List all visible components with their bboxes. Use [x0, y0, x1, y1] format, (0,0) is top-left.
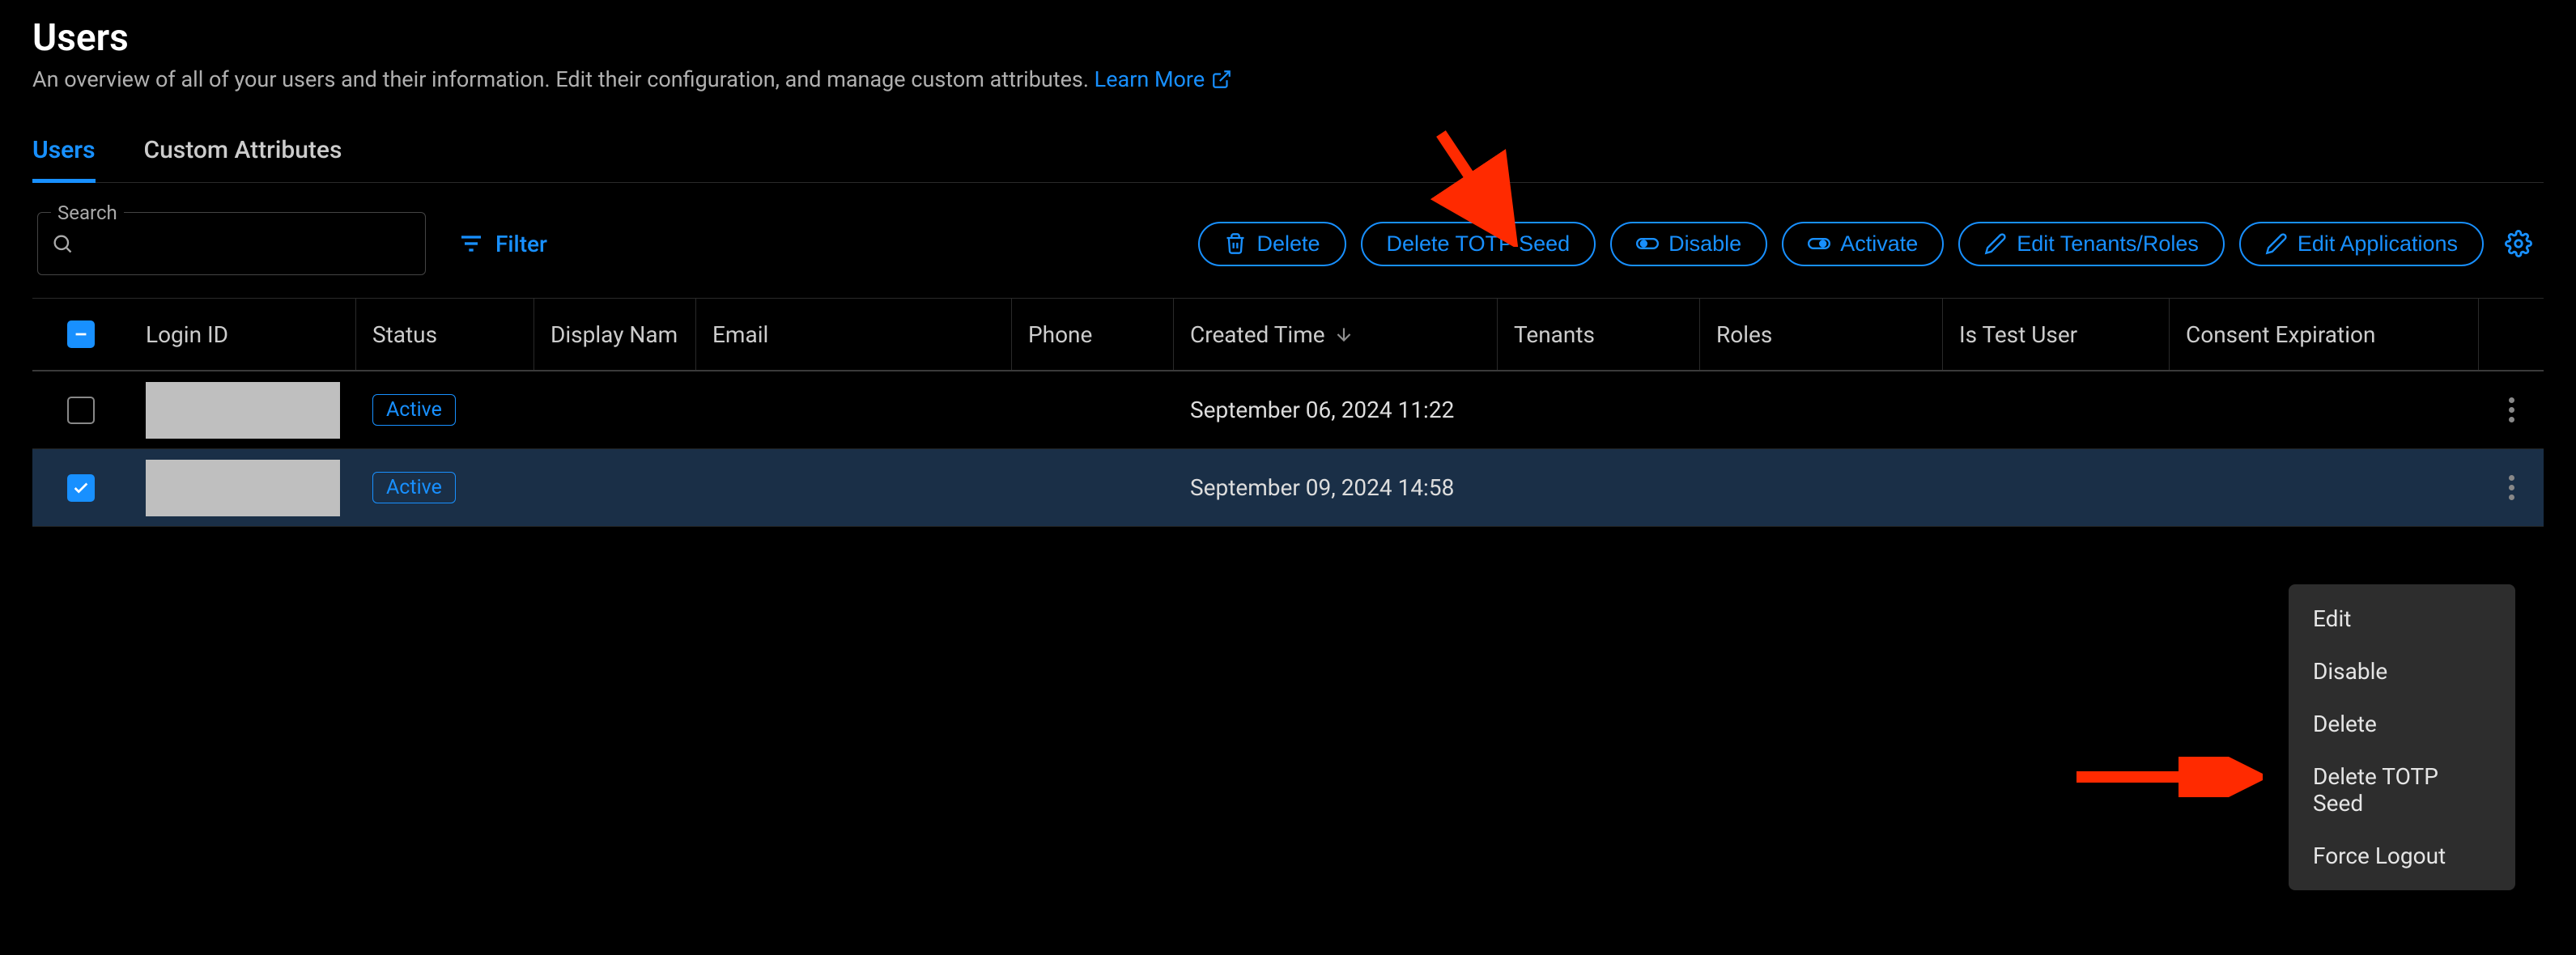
col-test[interactable]: Is Test User [1943, 299, 2170, 370]
menu-edit[interactable]: Edit [2289, 592, 2515, 645]
activate-label: Activate [1840, 231, 1918, 257]
gear-icon [2505, 230, 2532, 257]
col-created[interactable]: Created Time [1174, 299, 1498, 370]
sort-desc-icon [1333, 324, 1354, 345]
col-display[interactable]: Display Nam [534, 299, 696, 370]
select-all-checkbox[interactable] [67, 320, 95, 348]
delete-label: Delete [1256, 231, 1320, 257]
table-row[interactable]: Active September 06, 2024 11:22 [32, 371, 2544, 449]
search-label: Search [51, 202, 124, 224]
filter-button[interactable]: Filter [458, 231, 547, 257]
filter-icon [458, 231, 484, 257]
edit-tenants-button[interactable]: Edit Tenants/Roles [1958, 222, 2225, 266]
delete-totp-label: Delete TOTP Seed [1387, 231, 1571, 257]
row-checkbox[interactable] [67, 397, 95, 424]
table-header: Login ID Status Display Nam Email Phone … [32, 299, 2544, 371]
col-phone[interactable]: Phone [1012, 299, 1174, 370]
row-menu-button[interactable] [2501, 467, 2523, 508]
tabs: Users Custom Attributes [32, 121, 2544, 183]
col-status[interactable]: Status [356, 299, 534, 370]
table-settings-button[interactable] [2498, 223, 2539, 264]
menu-disable[interactable]: Disable [2289, 645, 2515, 698]
edit-tenants-label: Edit Tenants/Roles [2017, 231, 2199, 257]
row-menu-button[interactable] [2501, 389, 2523, 431]
external-link-icon [1211, 69, 1232, 90]
col-email[interactable]: Email [696, 299, 1012, 370]
activate-button[interactable]: Activate [1782, 222, 1944, 266]
status-badge: Active [372, 394, 456, 426]
delete-totp-button[interactable]: Delete TOTP Seed [1361, 222, 1596, 266]
annotation-arrow-right [2068, 757, 2263, 797]
redacted-login [146, 460, 340, 516]
page-title: Users [32, 16, 2544, 60]
pencil-icon [1984, 232, 2007, 255]
pencil-icon [2265, 232, 2288, 255]
delete-button[interactable]: Delete [1198, 222, 1345, 266]
tab-users[interactable]: Users [32, 121, 96, 183]
search-field-wrap: Search [37, 212, 426, 275]
edit-apps-label: Edit Applications [2298, 231, 2458, 257]
col-created-label: Created Time [1190, 321, 1325, 348]
created-time: September 09, 2024 14:58 [1174, 449, 1498, 526]
toggle-on-icon [1808, 232, 1830, 255]
edit-applications-button[interactable]: Edit Applications [2239, 222, 2484, 266]
row-checkbox[interactable] [67, 474, 95, 502]
table-row[interactable]: Active September 09, 2024 14:58 [32, 449, 2544, 527]
menu-delete[interactable]: Delete [2289, 698, 2515, 750]
page-subtitle: An overview of all of your users and the… [32, 66, 2544, 92]
subtitle-text: An overview of all of your users and the… [32, 66, 1089, 92]
status-badge: Active [372, 472, 456, 503]
disable-label: Disable [1668, 231, 1741, 257]
search-input[interactable] [83, 231, 412, 257]
users-table: Login ID Status Display Nam Email Phone … [32, 298, 2544, 527]
search-icon [51, 232, 74, 255]
row-context-menu: Edit Disable Delete Delete TOTP Seed For… [2289, 584, 2515, 890]
trash-icon [1224, 232, 1247, 255]
col-roles[interactable]: Roles [1700, 299, 1943, 370]
tab-custom-attributes[interactable]: Custom Attributes [144, 121, 342, 183]
redacted-login [146, 382, 340, 439]
disable-button[interactable]: Disable [1610, 222, 1767, 266]
created-time: September 06, 2024 11:22 [1174, 371, 1498, 448]
filter-label: Filter [495, 231, 547, 257]
learn-more-link[interactable]: Learn More [1095, 66, 1233, 92]
menu-delete-totp[interactable]: Delete TOTP Seed [2289, 750, 2515, 830]
toolbar: Search Filter Delete Delete TOTP Seed [32, 212, 2544, 275]
learn-more-label: Learn More [1095, 66, 1205, 92]
col-login[interactable]: Login ID [130, 299, 356, 370]
col-tenants[interactable]: Tenants [1498, 299, 1700, 370]
menu-force-logout[interactable]: Force Logout [2289, 830, 2515, 882]
toggle-off-icon [1636, 232, 1659, 255]
col-consent[interactable]: Consent Expiration [2170, 299, 2479, 370]
